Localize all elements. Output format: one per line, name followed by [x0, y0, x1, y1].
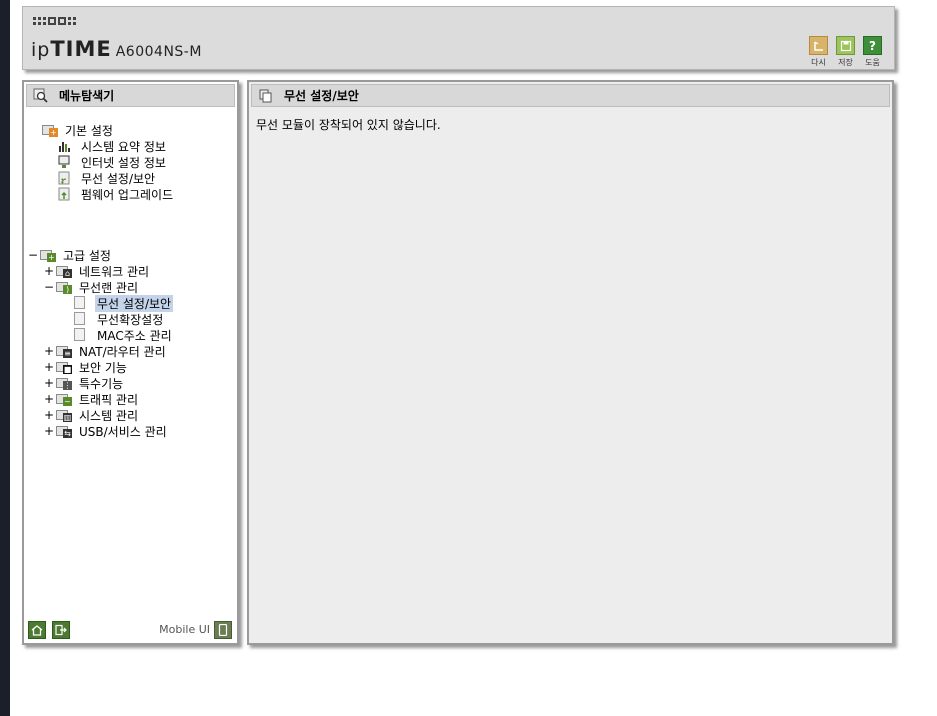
help-icon: ? — [863, 36, 882, 55]
menu-explorer-panel: 메뉴탐색기 + 기본 설정 시스템 요약 정보 인터넷 설정 정보 무선 설정/… — [22, 80, 239, 645]
content-title: 무선 설정/보안 — [284, 89, 359, 103]
monitor-icon — [58, 155, 74, 169]
content-panel: 무선 설정/보안 무선 모듈이 장착되어 있지 않습니다. — [247, 80, 894, 645]
header-toolbar: 다시 저장 ? 도움 — [809, 36, 882, 68]
tree-nat-router[interactable]: + ≡ NAT/라우터 관리 — [44, 343, 168, 359]
lock-folder-icon: ■ — [56, 360, 72, 374]
tree-network-mgmt[interactable]: + ⌂ 네트워크 관리 — [44, 263, 151, 279]
menu-footer: Mobile UI — [28, 621, 234, 639]
expand-toggle[interactable]: + — [44, 392, 54, 406]
tree-internet-info[interactable]: 인터넷 설정 정보 — [58, 154, 168, 170]
top-header: ipTIME A6004NS-M 다시 저장 ? 도움 — [22, 6, 895, 70]
tree-traffic[interactable]: + ~ 트래픽 관리 — [44, 391, 140, 407]
content-header: 무선 설정/보안 — [251, 84, 890, 107]
expand-toggle[interactable]: + — [44, 344, 54, 358]
logout-icon — [55, 624, 67, 636]
page-icon — [74, 328, 90, 342]
expand-toggle[interactable]: + — [44, 360, 54, 374]
pages-icon — [258, 88, 274, 104]
tree-system-mgmt[interactable]: + ▥ 시스템 관리 — [44, 407, 140, 423]
chart-icon — [58, 139, 74, 153]
tree-basic-settings[interactable]: + 기본 설정 — [42, 122, 115, 138]
save-icon — [836, 36, 855, 55]
folder-settings-icon: + — [42, 123, 58, 137]
tree-wireless-security[interactable]: 무선 설정/보안 — [58, 170, 157, 186]
traffic-folder-icon: ~ — [56, 392, 72, 406]
router-folder-icon: ≡ — [56, 344, 72, 358]
special-folder-icon: ⋮ — [56, 376, 72, 390]
tree-system-summary[interactable]: 시스템 요약 정보 — [58, 138, 168, 154]
expand-toggle[interactable]: + — [44, 264, 54, 278]
usb-folder-icon: ⇆ — [56, 424, 72, 438]
tree-special[interactable]: + ⋮ 특수기능 — [44, 375, 125, 391]
window-edge — [0, 0, 10, 716]
expand-toggle[interactable]: + — [44, 424, 54, 438]
page-icon — [74, 296, 90, 310]
expand-toggle[interactable]: + — [44, 408, 54, 422]
network-folder-icon: ⌂ — [56, 264, 72, 278]
model-name: A6004NS-M — [115, 44, 202, 60]
tree-wlan-wireless-security[interactable]: 무선 설정/보안 — [74, 294, 174, 312]
collapse-toggle[interactable]: − — [28, 248, 38, 262]
menu-explorer-header: 메뉴탐색기 — [26, 84, 235, 107]
undo-icon — [809, 36, 828, 55]
tree-wlan-mgmt[interactable]: − ) 무선랜 관리 — [44, 279, 140, 295]
wireless-icon — [58, 171, 74, 185]
system-folder-icon: ▥ — [56, 408, 72, 422]
folder-advanced-icon: + — [40, 248, 56, 262]
page-icon — [74, 312, 90, 326]
help-button[interactable]: ? 도움 — [863, 36, 882, 68]
status-message: 무선 모듈이 장착되어 있지 않습니다. — [256, 118, 441, 132]
mobile-ui-button[interactable] — [214, 621, 232, 639]
brand-logo-mark — [33, 17, 76, 25]
tree-advanced-settings[interactable]: − + 고급 설정 — [28, 247, 113, 263]
mobile-ui-label[interactable]: Mobile UI — [159, 623, 210, 636]
tree-wlan-extension[interactable]: 무선확장설정 — [74, 311, 165, 327]
collapse-toggle[interactable]: − — [44, 280, 54, 294]
tree-usb-service[interactable]: + ⇆ USB/서비스 관리 — [44, 423, 169, 439]
undo-button[interactable]: 다시 — [809, 36, 828, 68]
tree-wlan-mac[interactable]: MAC주소 관리 — [74, 327, 174, 343]
brand-logo: ipTIME A6004NS-M — [31, 37, 202, 61]
wireless-folder-icon: ) — [56, 280, 72, 294]
home-icon — [31, 625, 43, 636]
magnifier-icon — [33, 88, 49, 104]
tree-security[interactable]: + ■ 보안 기능 — [44, 359, 129, 375]
tree-firmware-upgrade[interactable]: 펌웨어 업그레이드 — [58, 186, 175, 202]
mobile-phone-icon — [218, 624, 228, 636]
firmware-icon — [58, 187, 74, 201]
save-button[interactable]: 저장 — [836, 36, 855, 68]
logout-button[interactable] — [52, 621, 70, 639]
home-button[interactable] — [28, 621, 46, 639]
expand-toggle[interactable]: + — [44, 376, 54, 390]
